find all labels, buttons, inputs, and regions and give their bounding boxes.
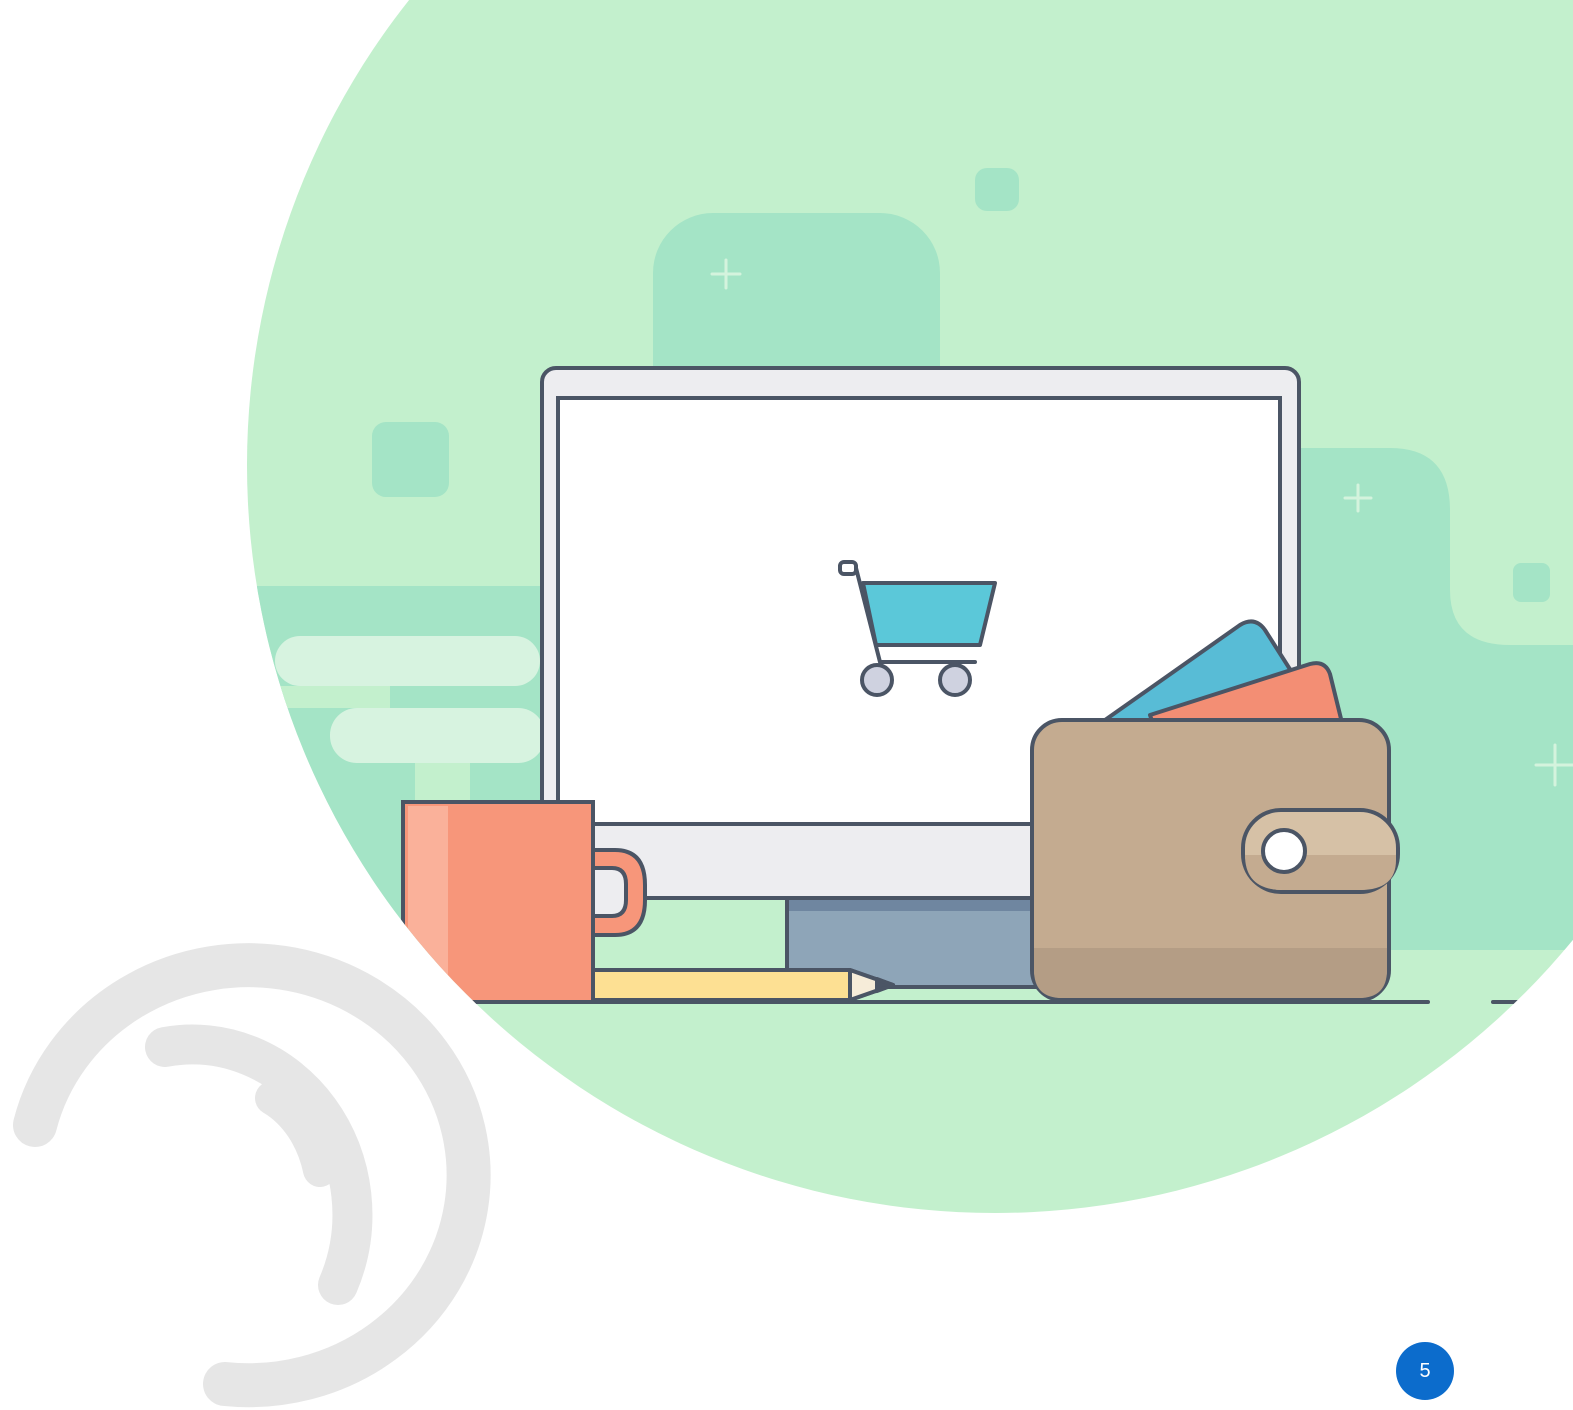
page-number-label: 5 — [1419, 1359, 1431, 1382]
wallet — [1030, 718, 1400, 1002]
swoosh-logo-icon — [13, 943, 491, 1408]
hero-illustration — [13, 0, 1573, 1408]
slide: 5 — [0, 0, 1573, 1410]
page-number-badge: 5 — [1396, 1342, 1454, 1400]
pencil-icon — [583, 968, 895, 1002]
